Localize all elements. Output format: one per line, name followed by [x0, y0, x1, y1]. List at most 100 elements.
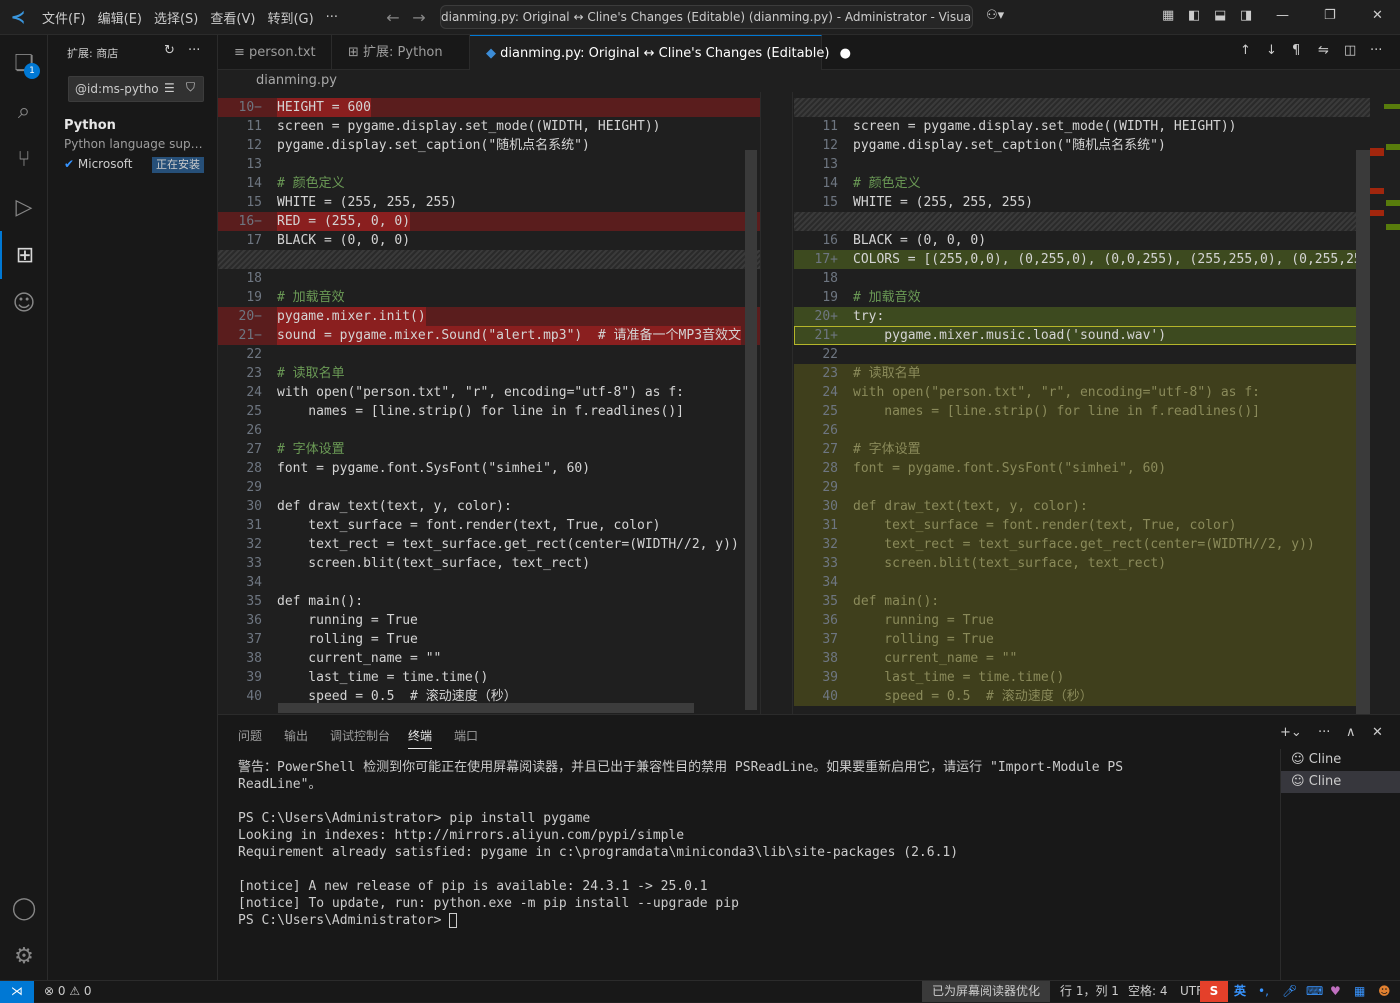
code-line[interactable]: 18	[218, 269, 760, 288]
terminal-item[interactable]: ☺ Cline	[1281, 749, 1400, 771]
refresh-icon[interactable]: ↻	[164, 43, 175, 58]
code-line[interactable]: 36 running = True	[218, 611, 760, 630]
source-control-icon[interactable]: ⑂	[0, 135, 48, 183]
filter-icon[interactable]: ⛉	[186, 80, 195, 95]
code-line[interactable]: 19 # 加载音效	[218, 288, 760, 307]
code-line[interactable]: 36 running = True	[794, 611, 1370, 630]
terminal-output[interactable]: 警告：PowerShell 检测到你可能正在使用屏幕阅读器，并且已出于兼容性目的…	[238, 759, 1278, 929]
extensions-icon[interactable]: ⊞	[0, 231, 48, 279]
code-line[interactable]: 33 screen.blit(text_surface, text_rect)	[794, 554, 1370, 573]
back-arrow-icon[interactable]: ←	[380, 8, 406, 27]
code-line[interactable]: 23 # 读取名单	[218, 364, 760, 383]
ime-logo-icon[interactable]: S	[1200, 981, 1228, 1002]
breadcrumb[interactable]: dianming.py	[218, 70, 1400, 92]
menu-edit[interactable]: 编辑(E)	[92, 8, 148, 27]
breadcrumb-file[interactable]: dianming.py	[256, 73, 337, 88]
tab-output[interactable]: 输出	[284, 727, 308, 744]
clear-filter-icon[interactable]: ☰	[164, 81, 175, 95]
code-line[interactable]: 23 # 读取名单	[794, 364, 1370, 383]
extension-name[interactable]: Python	[64, 118, 116, 133]
code-line[interactable]: 10− HEIGHT = 600	[218, 98, 760, 117]
minimize-icon[interactable]: —	[1276, 8, 1289, 23]
code-line[interactable]: 12 pygame.display.set_caption("随机点名系统")	[794, 136, 1370, 155]
ime-microphone-icon[interactable]: 🎤︎	[1282, 981, 1297, 1002]
code-line[interactable]: 12 pygame.display.set_caption("随机点名系统")	[218, 136, 760, 155]
code-line[interactable]: 11 screen = pygame.display.set_mode((WIDT…	[218, 117, 760, 136]
menu-selection[interactable]: 选择(S)	[148, 8, 204, 27]
maximize-panel-icon[interactable]: ∧	[1346, 725, 1356, 740]
terminal-item[interactable]: ☺ Cline	[1281, 771, 1400, 793]
code-line[interactable]: 20− pygame.mixer.init()	[218, 307, 760, 326]
ime-skin-icon[interactable]: ♥	[1330, 981, 1341, 1002]
original-editor-pane[interactable]: 10− HEIGHT = 600 11 screen = pygame.display…	[218, 92, 760, 714]
code-line[interactable]: 29	[794, 478, 1370, 497]
code-line[interactable]: 15 WHITE = (255, 255, 255)	[218, 193, 760, 212]
menu-more[interactable]: ···	[320, 10, 344, 25]
code-line[interactable]: 21− sound = pygame.mixer.Sound("alert.mp3…	[218, 326, 760, 345]
code-line[interactable]: 14 # 颜色定义	[794, 174, 1370, 193]
ime-keyboard-icon[interactable]: ⌨	[1306, 981, 1323, 1002]
menu-go[interactable]: 转到(G)	[261, 8, 319, 27]
problems-status[interactable]: ⊗ 0 ⚠ 0	[44, 981, 92, 1002]
code-line[interactable]: 32 text_rect = text_surface.get_rect(cen…	[794, 535, 1370, 554]
code-line[interactable]: 22	[794, 345, 1370, 364]
code-line[interactable]: 25 names = [line.strip() for line in f.r…	[218, 402, 760, 421]
code-line[interactable]: 16− RED = (255, 0, 0)	[218, 212, 760, 231]
code-line[interactable]: 39 last_time = time.time()	[218, 668, 760, 687]
unsaved-dot-icon[interactable]: ●	[840, 46, 851, 61]
code-line[interactable]: 39 last_time = time.time()	[794, 668, 1370, 687]
remote-icon[interactable]: ⋊	[0, 981, 34, 1003]
close-window-icon[interactable]: ✕	[1372, 8, 1383, 23]
code-line[interactable]: 15 WHITE = (255, 255, 255)	[794, 193, 1370, 212]
tab-ports[interactable]: 端口	[454, 727, 478, 744]
code-line[interactable]: 31 text_surface = font.render(text, True…	[218, 516, 760, 535]
code-line[interactable]: 28 font = pygame.font.SysFont("simhei", 6…	[794, 459, 1370, 478]
tab-debug-console[interactable]: 调试控制台	[330, 727, 390, 744]
left-scrollbar[interactable]	[745, 150, 757, 710]
code-line[interactable]: 35 def main():	[794, 592, 1370, 611]
code-line[interactable]	[794, 98, 1370, 117]
code-line[interactable]: 17+ COLORS = [(255,0,0), (0,255,0), (0,0,…	[794, 250, 1370, 269]
toggle-panel-icon[interactable]: ⬓	[1214, 8, 1226, 23]
code-line[interactable]: 20+ try:	[794, 307, 1370, 326]
panel-more-icon[interactable]: ···	[1318, 725, 1330, 740]
code-line[interactable]: 22	[218, 345, 760, 364]
extension-search-input[interactable]: @id:ms-pytho	[68, 76, 204, 102]
tab-problems[interactable]: 问题	[238, 727, 262, 744]
menu-file[interactable]: 文件(F)	[36, 8, 92, 27]
code-line[interactable]: 28 font = pygame.font.SysFont("simhei", 6…	[218, 459, 760, 478]
tab-terminal[interactable]: 终端	[408, 727, 433, 749]
run-debug-icon[interactable]: ▷	[0, 183, 48, 231]
tab-extension-python[interactable]: ⊞ 扩展: Python	[332, 35, 470, 70]
editor-more-icon[interactable]: ···	[1370, 43, 1382, 58]
code-line[interactable]: 24 with open("person.txt", "r", encoding=…	[794, 383, 1370, 402]
tab-person-txt[interactable]: ≡ person.txt	[218, 35, 332, 70]
split-editor-icon[interactable]: ◫	[1344, 43, 1356, 58]
code-line[interactable]: 26	[218, 421, 760, 440]
modified-editor-pane[interactable]: 11 screen = pygame.display.set_mode((WIDT…	[794, 92, 1370, 714]
ime-toolbox-icon[interactable]: ▦	[1354, 981, 1365, 1002]
tab-diff-dianming[interactable]: ◆ dianming.py: Original ↔ Cline's Change…	[470, 35, 851, 70]
toggle-sidebar-icon[interactable]: ◧	[1188, 8, 1200, 23]
code-line[interactable]: 31 text_surface = font.render(text, True…	[794, 516, 1370, 535]
code-line[interactable]: 13	[794, 155, 1370, 174]
code-line[interactable]: 33 screen.blit(text_surface, text_rect)	[218, 554, 760, 573]
right-scrollbar[interactable]	[1356, 150, 1370, 714]
code-line[interactable]: 38 current_name = ""	[794, 649, 1370, 668]
ime-mascot-icon[interactable]: ☻	[1378, 981, 1391, 1002]
next-change-icon[interactable]: ↓	[1266, 43, 1277, 58]
code-line[interactable]: 34	[218, 573, 760, 592]
ime-mode[interactable]: 英	[1234, 981, 1246, 1002]
left-horizontal-scrollbar[interactable]	[278, 703, 694, 713]
code-line[interactable]: 18	[794, 269, 1370, 288]
cursor-position[interactable]: 行 1，列 1	[1060, 981, 1119, 1002]
code-line[interactable]: 11 screen = pygame.display.set_mode((WIDT…	[794, 117, 1370, 136]
code-line[interactable]: 26	[794, 421, 1370, 440]
new-terminal-icon[interactable]: +⌄	[1280, 725, 1302, 740]
code-line[interactable]: 16 BLACK = (0, 0, 0)	[794, 231, 1370, 250]
copilot-icon[interactable]: ⚇▾	[986, 8, 1004, 23]
close-panel-icon[interactable]: ✕	[1372, 725, 1383, 740]
code-line[interactable]: 19 # 加载音效	[794, 288, 1370, 307]
code-line[interactable]: 35 def main():	[218, 592, 760, 611]
code-line[interactable]: 14 # 颜色定义	[218, 174, 760, 193]
